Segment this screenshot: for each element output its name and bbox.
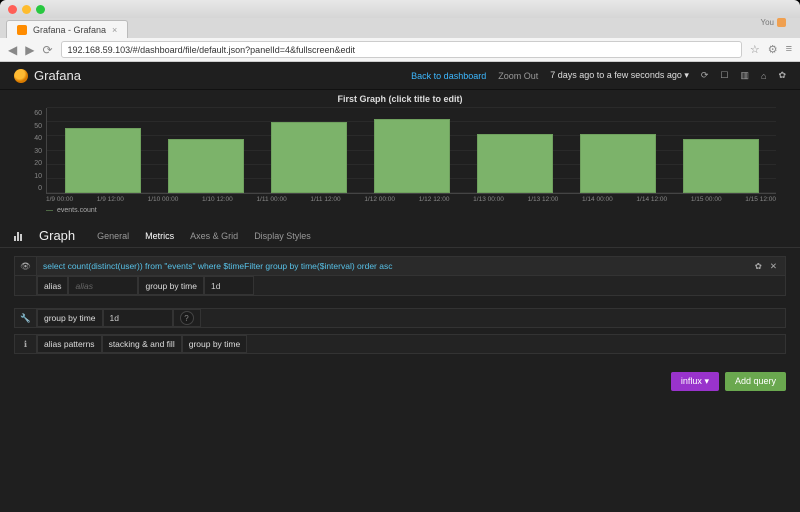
brand[interactable]: Grafana (14, 68, 81, 83)
app-topbar: Grafana Back to dashboard Zoom Out 7 day… (0, 62, 800, 90)
bar-chart-icon (14, 231, 25, 241)
bar[interactable] (580, 134, 656, 194)
save-icon[interactable]: ☐ (720, 70, 728, 81)
brand-name: Grafana (34, 68, 81, 83)
window-titlebar (0, 0, 800, 18)
time-range-picker[interactable]: 7 days ago to a few seconds ago ▾ (550, 70, 689, 81)
close-window-icon[interactable] (8, 5, 17, 14)
home-icon[interactable]: ⌂ (761, 71, 766, 81)
bar[interactable] (683, 139, 759, 193)
back-icon[interactable]: ◀ (8, 43, 17, 57)
gbt-label: group by time (37, 309, 103, 327)
blank-icon (15, 276, 37, 295)
browser-address-bar: ◀ ▶ ⟳ 192.168.59.103/#/dashboard/file/de… (0, 38, 800, 62)
zoom-out-button[interactable]: Zoom Out (498, 71, 538, 81)
bar[interactable] (271, 122, 347, 193)
stacking-button[interactable]: stacking & and fill (102, 335, 182, 353)
folder-icon[interactable]: ▥ (741, 70, 750, 81)
tab-display-styles[interactable]: Display Styles (254, 231, 311, 241)
editor-tabs: General Metrics Axes & Grid Display Styles (97, 231, 311, 241)
alias-patterns-button[interactable]: alias patterns (37, 335, 102, 353)
y-axis: 6050403020100 (24, 108, 46, 194)
browser-tab[interactable]: Grafana - Grafana × (6, 20, 128, 38)
bar[interactable] (65, 128, 141, 193)
bookmark-icon[interactable]: ☆ (750, 43, 760, 56)
gear-icon[interactable]: ✿ (778, 70, 786, 81)
query-remove-icon[interactable]: ✕ (770, 261, 777, 272)
query-action-buttons: influx ▾ Add query (0, 362, 800, 391)
bar[interactable] (374, 119, 450, 193)
refresh-icon[interactable]: ⟳ (701, 70, 709, 81)
settings-row-groupby: 🔧 group by time 1d ? (14, 308, 786, 328)
query-block: 👁 select count(distinct(user)) from "eve… (14, 256, 786, 296)
forward-icon[interactable]: ▶ (25, 43, 34, 57)
datasource-button[interactable]: influx ▾ (671, 372, 719, 391)
tab-metrics[interactable]: Metrics (145, 231, 174, 241)
menu-icon[interactable]: ≡ (786, 43, 792, 56)
info-icon[interactable]: ℹ (15, 335, 37, 353)
reload-icon[interactable]: ⟳ (42, 43, 52, 57)
gbt2-button[interactable]: group by time (182, 335, 248, 353)
tab-general[interactable]: General (97, 231, 129, 241)
panel-title[interactable]: First Graph (click title to edit) (24, 94, 776, 104)
query-text-input[interactable]: select count(distinct(user)) from "event… (37, 257, 747, 275)
grafana-app: Grafana Back to dashboard Zoom Out 7 day… (0, 62, 800, 512)
settings-row-patterns: ℹ alias patterns stacking & and fill gro… (14, 334, 786, 354)
plot-area[interactable] (46, 108, 776, 194)
x-axis: 1/9 00:001/9 12:001/10 00:001/10 12:001/… (46, 194, 776, 203)
back-to-dashboard-link[interactable]: Back to dashboard (411, 71, 486, 81)
maximize-window-icon[interactable] (36, 5, 45, 14)
query-subrow: alias alias group by time 1d (14, 276, 786, 296)
alias-input[interactable]: alias (68, 276, 138, 295)
grafana-logo-icon (14, 69, 28, 83)
legend-item[interactable]: events.count (46, 207, 776, 214)
query-gear-icon[interactable]: ✿ (755, 261, 762, 272)
alias-label: alias (37, 276, 68, 295)
graph-panel: First Graph (click title to edit) 605040… (0, 90, 800, 214)
chart: 6050403020100 (24, 108, 776, 194)
editor-title: Graph (39, 228, 75, 243)
tab-title: Grafana - Grafana (33, 25, 106, 35)
add-query-button[interactable]: Add query (725, 372, 786, 391)
wrench-icon[interactable]: 🔧 (15, 309, 37, 327)
url-input[interactable]: 192.168.59.103/#/dashboard/file/default.… (61, 41, 742, 58)
bar[interactable] (477, 134, 553, 194)
help-icon[interactable]: ? (173, 309, 201, 327)
minimize-window-icon[interactable] (22, 5, 31, 14)
query-row: 👁 select count(distinct(user)) from "eve… (14, 256, 786, 276)
bar[interactable] (168, 139, 244, 193)
gbt-input[interactable]: 1d (103, 309, 173, 327)
group-by-time-label: group by time (138, 276, 204, 295)
grafana-favicon-icon (17, 25, 27, 35)
avatar (777, 18, 786, 27)
profile-chip[interactable]: You (761, 18, 787, 27)
browser-tab-strip: Grafana - Grafana × You (0, 18, 800, 38)
tab-axes-grid[interactable]: Axes & Grid (190, 231, 238, 241)
settings-rows: 🔧 group by time 1d ? ℹ alias patterns st… (14, 308, 786, 354)
metrics-editor: 👁 select count(distinct(user)) from "eve… (0, 248, 800, 362)
editor-header: Graph General Metrics Axes & Grid Display S… (0, 222, 800, 248)
group-by-time-input[interactable]: 1d (204, 276, 254, 295)
close-tab-icon[interactable]: × (112, 25, 117, 35)
settings-gear-icon[interactable]: ⚙ (768, 43, 778, 56)
eye-icon[interactable]: 👁 (15, 257, 37, 275)
